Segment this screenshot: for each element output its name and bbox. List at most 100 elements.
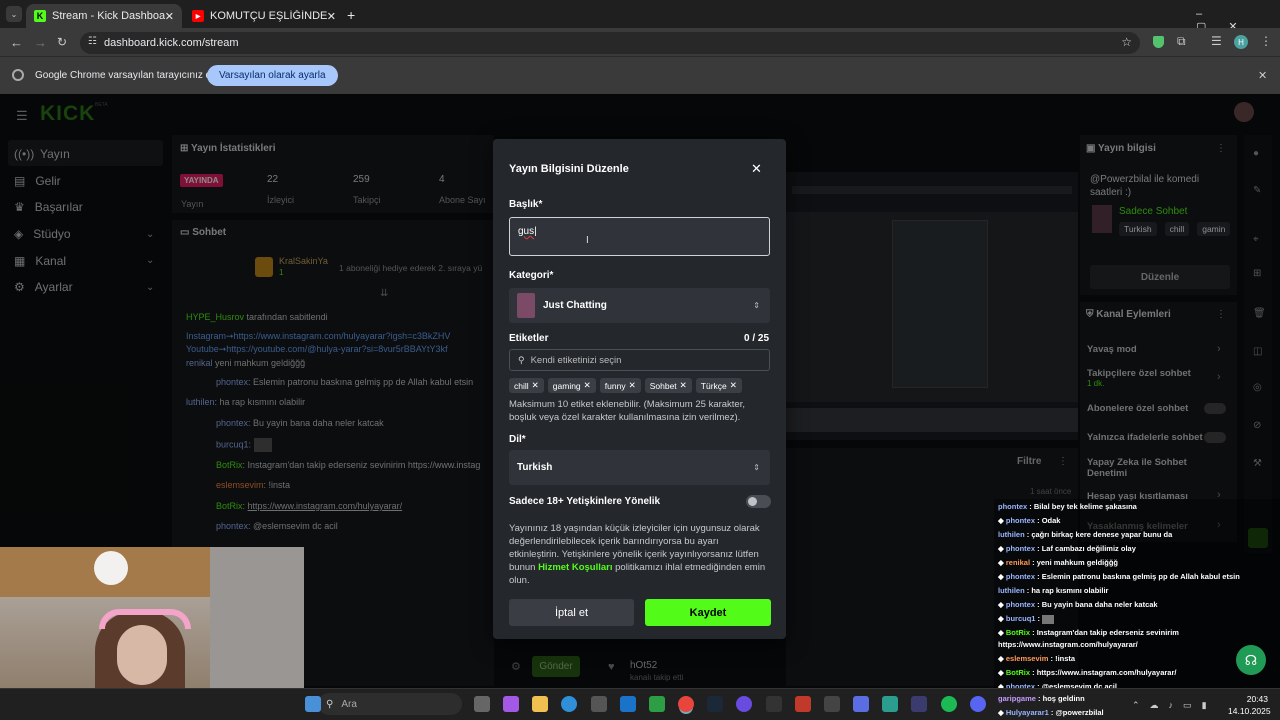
- tab-kick-dashboard[interactable]: K Stream - Kick Dashboard ✕: [26, 4, 182, 28]
- chat-username: luthilen: [998, 530, 1025, 539]
- remove-tag-icon[interactable]: ✕: [680, 380, 687, 391]
- app-icon[interactable]: [853, 696, 869, 712]
- address-bar[interactable]: ☷ dashboard.kick.com/stream ☆: [80, 32, 1140, 54]
- tag-chip: chill ✕: [509, 378, 544, 393]
- chevron-up-icon[interactable]: ⌃: [1132, 700, 1150, 710]
- remove-tag-icon[interactable]: ✕: [629, 380, 636, 391]
- epic-games-icon[interactable]: [766, 696, 782, 712]
- minimize-icon[interactable]: –: [1196, 8, 1224, 20]
- app-icon[interactable]: [795, 696, 811, 712]
- webcam-overlay: [0, 547, 304, 688]
- overlay-chat-line: luthilen : ha rap kısmını olabilir: [998, 586, 1109, 595]
- infobar-close-icon[interactable]: ✕: [1258, 69, 1267, 82]
- terms-link[interactable]: Hizmet Koşulları: [538, 562, 612, 573]
- tag-chip: funny ✕: [599, 378, 641, 393]
- mature-description: Yayınınız 18 yaşından küçük izleyiciler …: [509, 522, 771, 587]
- category-value: Just Chatting: [543, 300, 607, 311]
- reading-list-icon[interactable]: ☰: [1211, 34, 1222, 48]
- back-icon[interactable]: ←: [10, 35, 23, 50]
- tag-label: gaming: [552, 380, 581, 391]
- app-icon[interactable]: [882, 696, 898, 712]
- steam-icon[interactable]: [707, 696, 723, 712]
- language-value: Turkish: [517, 462, 553, 473]
- tags-help-text: Maksimum 10 etiket eklenebilir. (Maksimu…: [509, 399, 745, 423]
- language-select[interactable]: Turkish ⇕: [509, 450, 770, 485]
- save-button[interactable]: Kaydet: [645, 599, 771, 626]
- overlay-chat-line: ◆ phontex : Bu yayin bana daha neler kat…: [998, 600, 1158, 609]
- app-icon[interactable]: [824, 696, 840, 712]
- app-icon[interactable]: [911, 696, 927, 712]
- remove-tag-icon[interactable]: ✕: [532, 380, 539, 391]
- bookmark-star-icon[interactable]: ☆: [1121, 35, 1132, 49]
- set-default-button[interactable]: Varsayılan olarak ayarla: [207, 65, 338, 86]
- network-icon[interactable]: ▭: [1183, 700, 1202, 710]
- obs-icon[interactable]: [736, 696, 752, 712]
- remove-tag-icon[interactable]: ✕: [730, 380, 737, 391]
- tab-search-icon[interactable]: ⌄: [6, 6, 22, 22]
- tag-label: Türkçe: [700, 380, 727, 391]
- discord-icon[interactable]: [970, 696, 986, 712]
- chat-text: hoş geldinn: [1042, 694, 1085, 703]
- chat-username: BotRix: [1005, 628, 1031, 637]
- overlay-chat-line: ◆ burcuq1 :: [998, 614, 1055, 624]
- reload-icon[interactable]: ↻: [57, 35, 67, 49]
- overlay-chat-line: ◆ BotRix : Instagram'dan takip ederseniz…: [998, 628, 1179, 637]
- infobar-message: Google Chrome varsayılan tarayıcınız değ…: [35, 70, 227, 81]
- overlay-chat-line: ◆ Hulyayarar1 : @powerzbilal: [998, 708, 1104, 717]
- taskbar-search[interactable]: ⚲ Ara: [318, 693, 462, 715]
- stream-title-input[interactable]: gus |: [509, 217, 770, 256]
- webcam-curtain: [210, 547, 304, 688]
- battery-icon[interactable]: ▮: [1202, 700, 1217, 710]
- category-select[interactable]: Just Chatting ⇕: [509, 288, 770, 323]
- taskbar-clock[interactable]: 20:43 14.10.2025: [1228, 693, 1271, 717]
- support-headset-icon[interactable]: ☊: [1236, 645, 1266, 675]
- cancel-button[interactable]: İptal et: [509, 599, 634, 626]
- windows-start-icon[interactable]: [305, 696, 321, 712]
- tab-youtube-video[interactable]: ▶ KOMUTÇU EŞLİĞİNDE JAILBREA ✕: [184, 4, 344, 28]
- copilot-icon[interactable]: [503, 696, 519, 712]
- cloud-icon[interactable]: ☁: [1150, 700, 1169, 710]
- chat-username: phontex: [1005, 572, 1036, 581]
- site-info-icon[interactable]: ☷: [88, 36, 97, 47]
- extensions-puzzle-icon[interactable]: ⧉: [1177, 34, 1186, 49]
- tag-chip: Sohbet ✕: [644, 378, 692, 393]
- overlay-chat-line: luthilen : çağrı birkaç kere denese yapa…: [998, 530, 1173, 539]
- tag-label: chill: [514, 380, 529, 391]
- chrome-taskbar-icon[interactable]: [678, 696, 694, 712]
- outlook-icon[interactable]: [620, 696, 636, 712]
- spotify-icon[interactable]: [941, 696, 957, 712]
- new-tab-icon[interactable]: +: [347, 7, 355, 23]
- stream-title-value: gus: [518, 226, 535, 237]
- edge-icon[interactable]: [561, 696, 577, 712]
- tab-title: KOMUTÇU EŞLİĞİNDE JAILBREA: [210, 10, 327, 22]
- mature-label: Sadece 18+ Yetişkinlere Yönelik: [509, 496, 661, 507]
- chrome-menu-icon[interactable]: ⋮: [1260, 34, 1272, 48]
- tag-chip: Türkçe ✕: [695, 378, 742, 393]
- chat-username: garipgame: [998, 694, 1036, 703]
- xbox-icon[interactable]: [649, 696, 665, 712]
- tag-search-input[interactable]: ⚲ Kendi etiketinizi seçin: [509, 349, 770, 371]
- close-tab-icon[interactable]: ✕: [327, 10, 336, 23]
- system-tray[interactable]: ⌃☁♪▭▮: [1132, 700, 1217, 711]
- tag-chip: gaming ✕: [547, 378, 596, 393]
- forward-icon[interactable]: →: [34, 35, 47, 50]
- chat-text: https://www.instagram.com/hulyayarar/: [1036, 668, 1177, 677]
- chat-username: renikal: [1005, 558, 1031, 567]
- mature-toggle[interactable]: [746, 495, 771, 508]
- close-tab-icon[interactable]: ✕: [165, 10, 174, 23]
- overlay-chat-line: https://www.instagram.com/hulyayarar/: [998, 640, 1138, 649]
- store-icon[interactable]: [591, 696, 607, 712]
- webcam-headphones: [99, 609, 191, 629]
- remove-tag-icon[interactable]: ✕: [584, 380, 591, 391]
- chat-text: @powerzbilal: [1055, 708, 1104, 717]
- volume-icon[interactable]: ♪: [1169, 700, 1184, 710]
- taskbar-search-placeholder: Ara: [341, 698, 357, 710]
- chat-text: Laf cambazı değilimiz olay: [1041, 544, 1136, 553]
- task-view-icon[interactable]: [474, 696, 490, 712]
- overlay-chat-line: phontex : Bilal bey tek kelime şakasına: [998, 502, 1137, 511]
- extension-shield-icon[interactable]: [1153, 36, 1164, 48]
- file-explorer-icon[interactable]: [532, 696, 548, 712]
- close-icon[interactable]: ✕: [751, 161, 762, 177]
- profile-avatar-icon[interactable]: H: [1234, 35, 1248, 49]
- chat-text: çağrı birkaç kere denese yapar bunu da: [1031, 530, 1173, 539]
